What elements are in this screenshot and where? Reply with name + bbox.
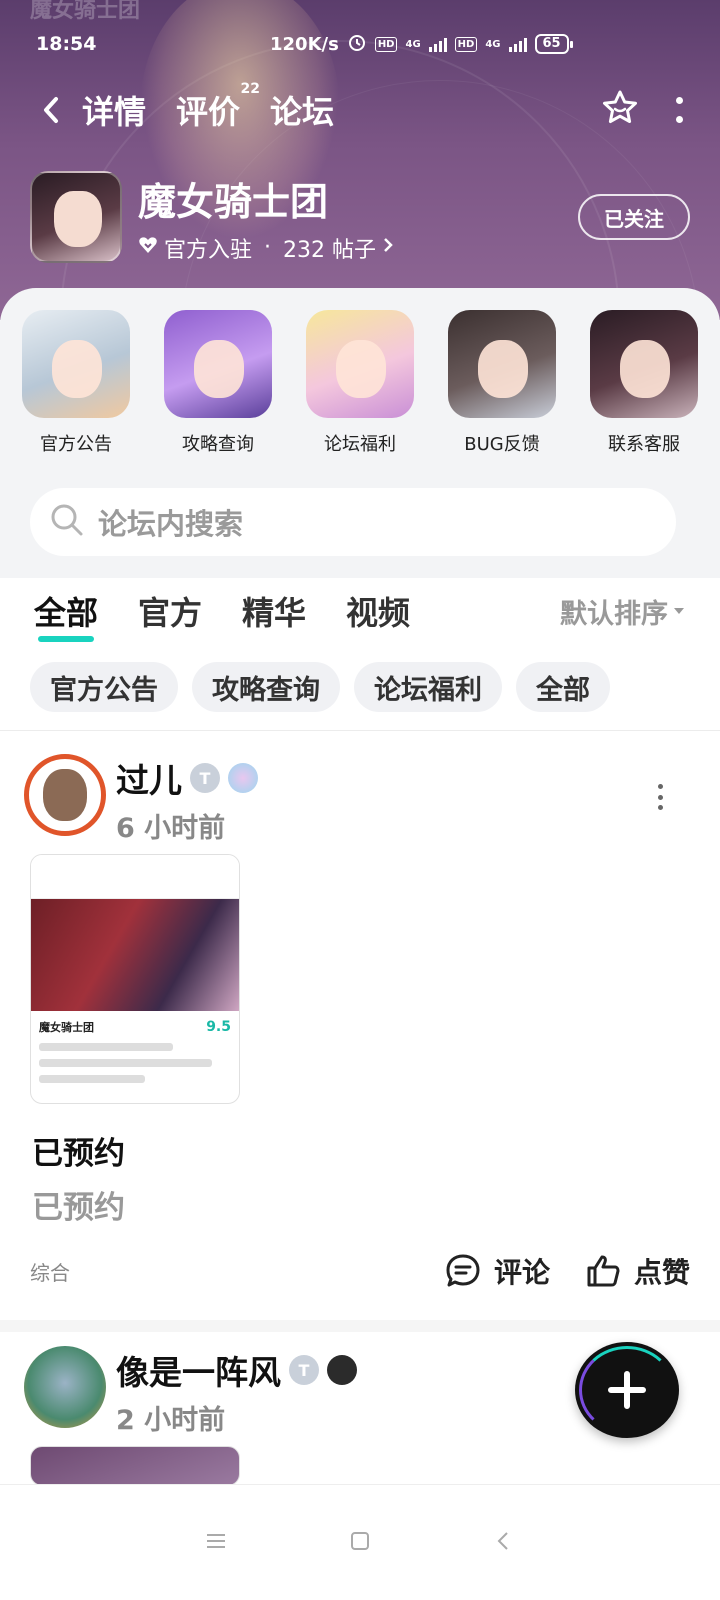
star-icon (603, 90, 637, 123)
post-filter-tabs: 全部 官方 精华 视频 默认排序 (34, 585, 684, 642)
meta-separator: · (264, 235, 272, 260)
user-level-badge: T (190, 763, 220, 793)
chip-guides[interactable]: 攻略查询 (192, 662, 340, 712)
filter-tab-all[interactable]: 全部 (34, 588, 98, 642)
signal-icon (428, 36, 447, 52)
official-label: 官方入驻 (164, 237, 253, 263)
game-hero-header: 魔女骑士团 18:54 120K/s HD 4G HD 4G 65 详情 评价 2… (0, 0, 720, 320)
filter-tab-official[interactable]: 官方 (138, 588, 202, 634)
divider (0, 730, 720, 731)
post-category[interactable]: 综合 (30, 1257, 70, 1286)
hd-icon: HD (374, 36, 398, 52)
shortcut-guides[interactable]: 攻略查询 (164, 310, 272, 456)
shortcut-forum-rewards[interactable]: 论坛福利 (306, 310, 414, 456)
category-chips: 官方公告 攻略查询 论坛福利 全部 (30, 662, 690, 712)
avatar[interactable] (24, 754, 106, 836)
chevron-right-icon (382, 235, 394, 260)
game-info: 魔女骑士团 官方入驻 · 232 帖子 已关注 (30, 170, 690, 264)
forum-search-bar[interactable]: 论坛内搜索 (30, 488, 676, 556)
shortcut-image (306, 310, 414, 418)
shortcut-contact-support[interactable]: 联系客服 (590, 310, 698, 456)
caret-down-icon (674, 608, 684, 614)
game-title: 魔女骑士团 (138, 179, 329, 224)
post-body[interactable]: 已预约 (32, 1182, 125, 1227)
post-image-thumbnail[interactable]: 魔女骑士团 9.5 (30, 854, 240, 1104)
menu-icon[interactable] (204, 1529, 228, 1557)
comment-button[interactable]: 评论 (444, 1251, 550, 1291)
post-separator (0, 1320, 720, 1332)
plus-icon (608, 1371, 646, 1409)
net-type-1: 4G (405, 38, 421, 50)
filter-tab-featured[interactable]: 精华 (242, 588, 306, 634)
reviews-count-badge: 22 (240, 81, 261, 97)
net-type-2: 4G (485, 38, 501, 50)
status-bar: 18:54 120K/s HD 4G HD 4G 65 (36, 30, 684, 58)
system-navigation-bar (0, 1484, 720, 1600)
thumb-score: 9.5 (206, 1019, 231, 1035)
tab-details[interactable]: 详情 (82, 87, 146, 133)
post-image-thumbnail[interactable] (30, 1446, 240, 1486)
hero-ghost-title: 魔女骑士团 (30, 0, 141, 23)
post-count: 232 帖子 (283, 237, 377, 263)
hd-icon: HD (454, 36, 478, 52)
forum-shortcuts-panel: 官方公告 攻略查询 论坛福利 BUG反馈 联系客服 论坛内搜索 (0, 288, 720, 578)
search-icon (50, 503, 84, 541)
user-level-badge: T (289, 1355, 319, 1385)
back-icon[interactable] (492, 1529, 516, 1557)
status-time: 18:54 (36, 33, 97, 55)
face-badge-icon (327, 1355, 357, 1385)
tab-forum[interactable]: 论坛 (266, 87, 339, 139)
heart-icon (138, 235, 158, 260)
shortcut-image (448, 310, 556, 418)
sort-dropdown[interactable]: 默认排序 (560, 592, 684, 631)
post-title[interactable]: 已预约 (32, 1128, 125, 1173)
follow-button[interactable]: 已关注 (578, 194, 690, 240)
shortcut-image (22, 310, 130, 418)
post-time: 6 小时前 (116, 813, 226, 844)
username[interactable]: 像是一阵风 (116, 1346, 281, 1394)
more-options-button[interactable] (674, 97, 684, 123)
back-button[interactable] (36, 90, 66, 130)
thumbs-up-icon (587, 1255, 620, 1287)
create-post-button[interactable] (575, 1342, 679, 1438)
back-arrow-icon (44, 97, 58, 123)
status-indicators: 120K/s HD 4G HD 4G 65 (270, 32, 573, 57)
chip-official-announcements[interactable]: 官方公告 (30, 662, 178, 712)
post-time: 2 小时前 (116, 1405, 226, 1436)
username[interactable]: 过儿 (116, 754, 182, 802)
tab-reviews[interactable]: 评价 22 (176, 81, 260, 133)
game-icon[interactable] (30, 171, 122, 263)
signal-icon (508, 36, 527, 52)
like-button[interactable]: 点赞 (584, 1251, 690, 1291)
comment-icon (446, 1254, 480, 1287)
thumb-title: 魔女骑士团 (39, 1021, 94, 1034)
shortcut-image (590, 310, 698, 418)
top-navigation: 详情 评价 22 论坛 (36, 81, 684, 139)
favorite-button[interactable] (600, 88, 640, 132)
shortcut-official-announcements[interactable]: 官方公告 (22, 310, 130, 456)
chip-forum-rewards[interactable]: 论坛福利 (354, 662, 502, 712)
battery-icon: 65 (534, 34, 573, 54)
network-speed: 120K/s (270, 33, 339, 55)
home-icon[interactable] (348, 1529, 372, 1557)
alarm-icon (347, 32, 367, 57)
shortcut-bug-report[interactable]: BUG反馈 (448, 310, 556, 456)
game-meta[interactable]: 官方入驻 · 232 帖子 (138, 232, 394, 264)
avatar[interactable] (24, 1346, 106, 1428)
chip-all[interactable]: 全部 (516, 662, 610, 712)
unicorn-badge-icon (228, 763, 258, 793)
filter-tab-video[interactable]: 视频 (346, 588, 410, 634)
search-input[interactable]: 论坛内搜索 (98, 501, 243, 543)
shortcut-image (164, 310, 272, 418)
post-more-button[interactable] (656, 784, 664, 810)
